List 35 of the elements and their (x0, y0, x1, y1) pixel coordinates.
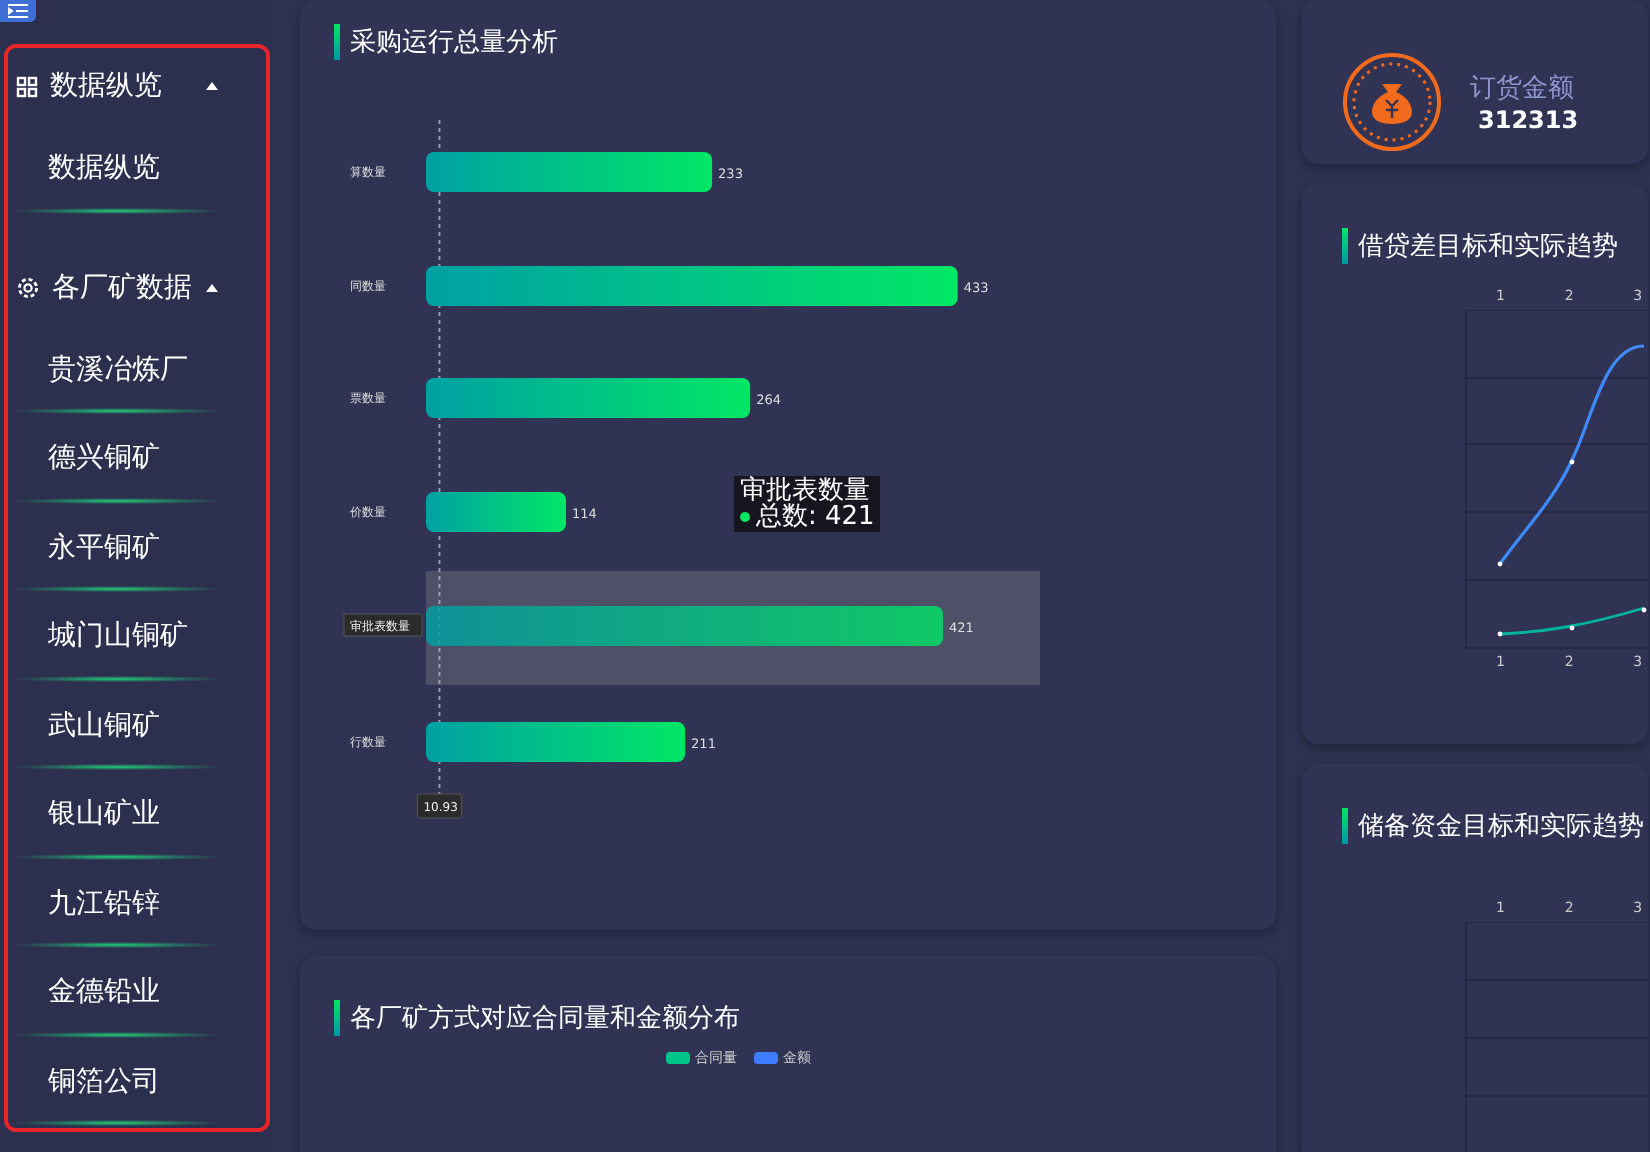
card-title: 各厂矿方式对应合同量和金额分布 (350, 1002, 740, 1036)
bar[interactable] (426, 266, 958, 306)
grid-icon (16, 75, 38, 97)
menu-item[interactable]: 银山矿业 (8, 770, 266, 859)
caret-icon[interactable] (206, 82, 218, 90)
card-title: 采购运行总量分析 (350, 26, 558, 60)
menu-item[interactable]: 贵溪冶炼厂 (8, 325, 266, 414)
menu-item[interactable]: 铜箔公司 (8, 1037, 266, 1126)
card-title: 储备资金目标和实际趋势 (1358, 810, 1644, 844)
title-marker (334, 24, 340, 60)
menu-item[interactable]: 永平铜矿 (8, 503, 266, 592)
money-bag-icon (1342, 51, 1442, 151)
title-marker (1342, 808, 1348, 844)
bar[interactable] (426, 378, 751, 418)
title-marker (334, 1000, 340, 1036)
menu-toggle-button[interactable] (0, 0, 36, 22)
caret-icon[interactable] (206, 283, 218, 291)
card-title: 借贷差目标和实际趋势 (1358, 230, 1618, 264)
stat-label: 订货金额 (1470, 71, 1576, 105)
bar[interactable] (426, 722, 686, 762)
menu-item[interactable]: 数据纵览 (8, 124, 266, 213)
menu-group-title[interactable]: 数据纵览 (50, 68, 194, 104)
menu-item[interactable]: 城门山铜矿 (8, 592, 266, 681)
tooltip: 审批表数量 总数: 421 (734, 476, 881, 532)
stat-value: 312313 (1476, 105, 1579, 133)
menu-item[interactable]: 九江铅锌 (8, 859, 266, 948)
bar[interactable] (426, 606, 943, 646)
menu-item[interactable]: 武山铜矿 (8, 681, 266, 770)
settings-icon (16, 275, 40, 299)
menu-item[interactable]: 金德铅业 (8, 948, 266, 1037)
bar[interactable] (426, 492, 566, 532)
menu-group-title[interactable]: 各厂矿数据 (52, 269, 194, 305)
bar[interactable] (426, 152, 713, 192)
menu-item[interactable]: 德兴铜矿 (8, 414, 266, 503)
title-marker (1342, 228, 1348, 264)
